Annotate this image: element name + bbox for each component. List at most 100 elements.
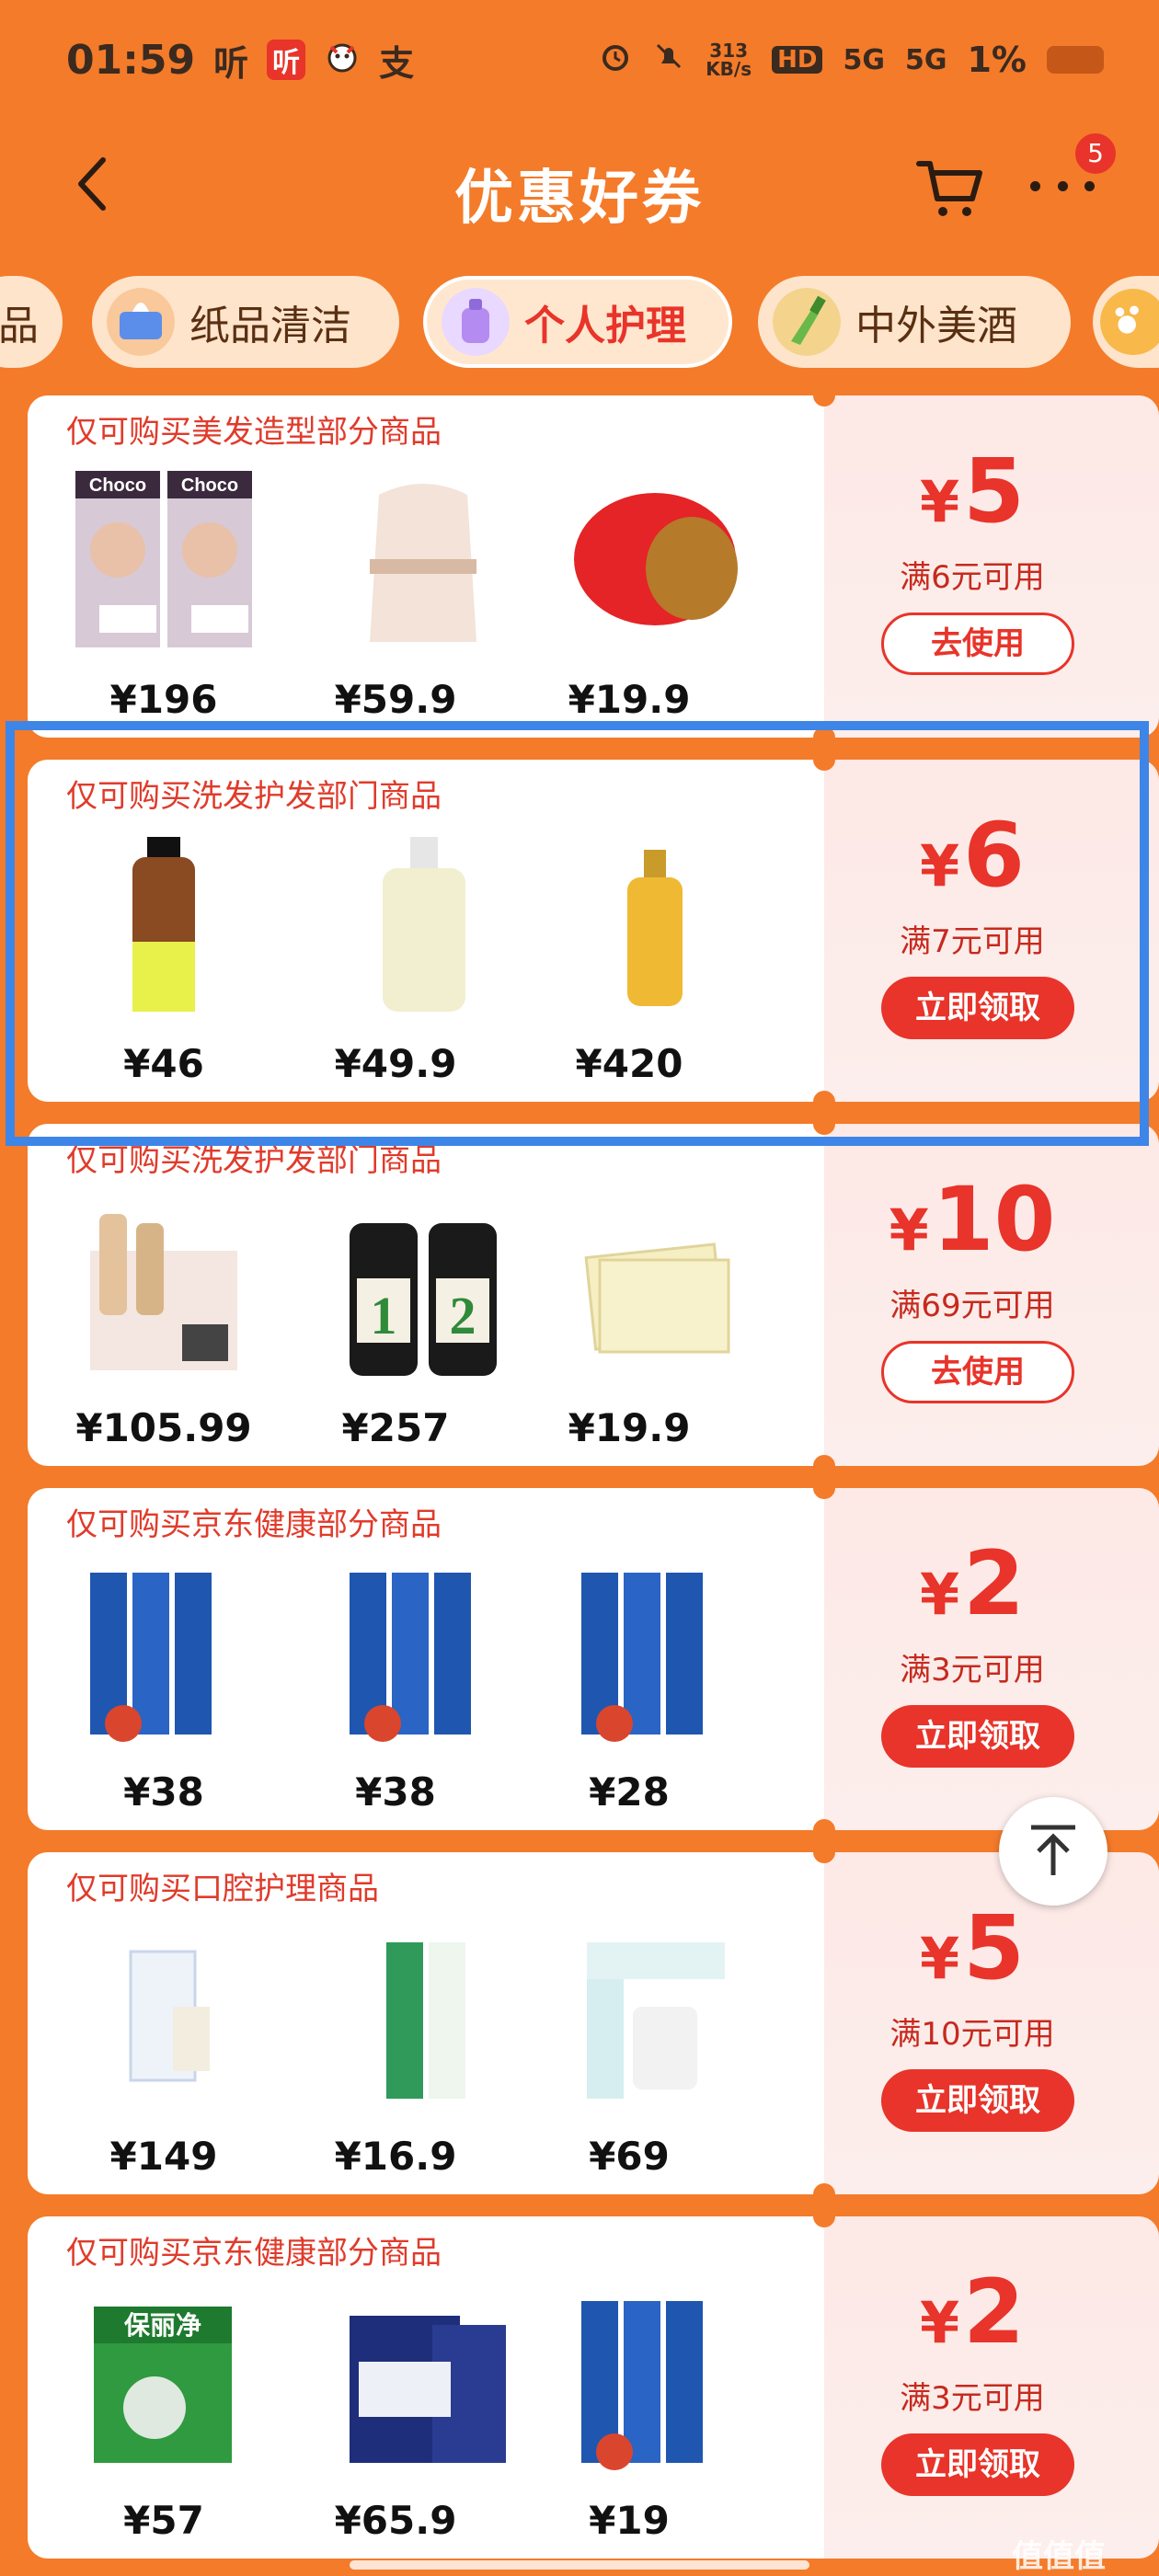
tab-next-partial[interactable] bbox=[1093, 276, 1159, 368]
card-notch bbox=[813, 384, 835, 406]
product-price: ¥105.99 bbox=[75, 1405, 252, 1450]
mute-icon bbox=[652, 40, 685, 80]
tab-label: 中外美酒 bbox=[855, 303, 1017, 349]
battery-icon bbox=[1047, 46, 1104, 74]
coupon-amount-value: 5 bbox=[963, 1896, 1025, 1999]
currency-symbol: ¥ bbox=[920, 2289, 960, 2356]
card-notch bbox=[813, 1477, 835, 1499]
alarm-icon bbox=[599, 40, 632, 80]
currency-symbol: ¥ bbox=[920, 468, 960, 535]
product-image-hair-spray[interactable] bbox=[331, 467, 515, 651]
tissue-icon bbox=[107, 288, 175, 356]
product-price: ¥19.9 bbox=[568, 677, 691, 722]
coupon-products: 仅可购买口腔护理商品 ¥149 ¥16.9 ¥69 bbox=[28, 1852, 824, 2194]
product-price: ¥28 bbox=[589, 1769, 670, 1815]
alipay-indicator: 支 bbox=[379, 42, 415, 84]
listen-badge-icon: 听 bbox=[267, 40, 306, 80]
product-image-shampoo-pair[interactable]: 1 2 bbox=[331, 1196, 515, 1380]
product-image-toothpaste-box[interactable] bbox=[563, 1924, 747, 2108]
product-label: 2 bbox=[450, 1286, 476, 1345]
tab-paper-cleaning[interactable]: 纸品清洁 bbox=[92, 276, 399, 368]
coupon-products: 仅可购买京东健康部分商品 保丽净 ¥57 ¥65.9 ¥19 bbox=[28, 2216, 824, 2559]
coupon-amount: ¥5 bbox=[824, 447, 1120, 535]
listen-indicator: 听 bbox=[213, 42, 249, 84]
product-price: ¥257 bbox=[341, 1405, 450, 1450]
product-price: ¥38 bbox=[123, 1769, 204, 1815]
card-notch bbox=[813, 2205, 835, 2227]
product-image-whitening-kit[interactable] bbox=[72, 1924, 256, 2108]
product-label: 1 bbox=[371, 1286, 397, 1345]
arrow-up-icon bbox=[1031, 1825, 1075, 1875]
claim-coupon-button[interactable]: 立即领取 bbox=[881, 2069, 1074, 2132]
coupon-value-panel: ¥2 满3元可用 立即领取 bbox=[824, 1488, 1159, 1830]
coupon-card: 仅可购买京东健康部分商品 ¥38 ¥38 ¥28 ¥2 满3元可用 立即领取 bbox=[28, 1477, 1159, 1841]
card-notch bbox=[813, 1841, 835, 1863]
claim-coupon-button[interactable]: 立即领取 bbox=[881, 1705, 1074, 1768]
coupon-amount: ¥2 bbox=[824, 2268, 1120, 2356]
pet-paw-icon bbox=[1100, 289, 1159, 355]
more-dot bbox=[1084, 180, 1095, 191]
header: 优惠好券 5 bbox=[0, 120, 1159, 248]
product-price: ¥19 bbox=[589, 2498, 670, 2543]
product-image-adult-diapers[interactable] bbox=[331, 2288, 515, 2472]
category-tabs: 品 纸品清洁 个人护理 中外美酒 bbox=[0, 269, 1159, 375]
coupon-amount: ¥10 bbox=[824, 1175, 1120, 1264]
tab-wine[interactable]: 中外美酒 bbox=[758, 276, 1071, 368]
personal-care-icon bbox=[442, 288, 510, 356]
coupon-card: 仅可购买口腔护理商品 ¥149 ¥16.9 ¥69 ¥5 满10元可用 立即领取 bbox=[28, 1841, 1159, 2205]
coupon-amount: ¥5 bbox=[824, 1904, 1120, 1992]
signal-5g-2: 5G bbox=[904, 43, 947, 76]
tab-personal-care[interactable]: 个人护理 bbox=[423, 276, 732, 368]
product-image-toothpaste[interactable] bbox=[72, 1560, 256, 1744]
currency-symbol: ¥ bbox=[920, 1925, 960, 1992]
coupon-amount: ¥2 bbox=[824, 1540, 1120, 1628]
cart-button[interactable] bbox=[915, 156, 985, 221]
coupon-products: 仅可购买洗发护发部门商品 1 2 ¥105.99 ¥257 ¥19.9 bbox=[28, 1124, 824, 1466]
coupon-card: 仅可购买美发造型部分商品 Choco Choco ¥196 ¥59.9 ¥19.… bbox=[28, 384, 1159, 749]
currency-symbol: ¥ bbox=[920, 1561, 960, 1628]
signal-5g-1: 5G bbox=[843, 43, 885, 76]
claim-coupon-button[interactable]: 立即领取 bbox=[881, 2433, 1074, 2496]
coupon-condition: 满3元可用 bbox=[900, 1652, 1045, 1689]
product-price: ¥69 bbox=[589, 2134, 670, 2179]
wine-bottle-icon bbox=[773, 288, 841, 356]
product-image-denture-tablets[interactable]: 保丽净 bbox=[72, 2288, 256, 2472]
home-indicator[interactable] bbox=[350, 2560, 809, 2570]
coupon-card: 仅可购买洗发护发部门商品 1 2 ¥105.99 ¥257 ¥19.9 ¥10 … bbox=[28, 1113, 1159, 1477]
product-image-toothpaste[interactable] bbox=[563, 1560, 747, 1744]
more-dot bbox=[1057, 180, 1068, 191]
product-image-hair-wax[interactable] bbox=[563, 467, 747, 651]
tab-label: 纸品清洁 bbox=[189, 303, 351, 349]
product-image-toothpaste[interactable] bbox=[331, 1560, 515, 1744]
currency-symbol: ¥ bbox=[889, 1196, 929, 1264]
product-price: ¥65.9 bbox=[334, 2498, 457, 2543]
more-dot bbox=[1030, 180, 1040, 191]
selection-highlight bbox=[6, 721, 1149, 1146]
coupon-amount-value: 2 bbox=[963, 1532, 1025, 1635]
hd-badge: HD bbox=[772, 46, 823, 74]
coupon-condition: 满6元可用 bbox=[900, 559, 1045, 596]
product-image-toothpaste-green[interactable] bbox=[331, 1924, 515, 2108]
coupon-condition: 满3元可用 bbox=[900, 2380, 1045, 2417]
product-image-gift-set[interactable] bbox=[72, 1196, 256, 1380]
use-coupon-button[interactable]: 去使用 bbox=[881, 1341, 1074, 1403]
product-image-hair-dye[interactable]: Choco Choco bbox=[72, 467, 256, 651]
tab-label: 品 bbox=[0, 303, 39, 349]
tab-partial[interactable]: 品 bbox=[0, 276, 63, 368]
status-time: 01:59 bbox=[66, 36, 196, 84]
coupon-card: 仅可购买京东健康部分商品 保丽净 ¥57 ¥65.9 ¥19 ¥2 满3元可用 … bbox=[28, 2205, 1159, 2559]
tab-label: 个人护理 bbox=[524, 303, 686, 349]
coupon-title: 仅可购买京东健康部分商品 bbox=[66, 1506, 442, 1543]
cart-icon bbox=[916, 161, 982, 216]
net-speed: 313 KB/s bbox=[706, 40, 752, 80]
use-coupon-button[interactable]: 去使用 bbox=[881, 613, 1074, 675]
product-price: ¥19.9 bbox=[568, 1405, 691, 1450]
coupon-title: 仅可购买美发造型部分商品 bbox=[66, 414, 442, 451]
back-to-top-button[interactable] bbox=[999, 1797, 1107, 1906]
product-image-sample-packs[interactable] bbox=[563, 1196, 747, 1380]
product-label: Choco bbox=[89, 475, 146, 496]
coupon-value-panel: ¥5 满6元可用 去使用 bbox=[824, 395, 1159, 738]
product-price: ¥38 bbox=[355, 1769, 436, 1815]
coupon-value-panel: ¥2 满3元可用 立即领取 bbox=[824, 2216, 1159, 2559]
product-image-toothpaste[interactable] bbox=[563, 2288, 747, 2472]
